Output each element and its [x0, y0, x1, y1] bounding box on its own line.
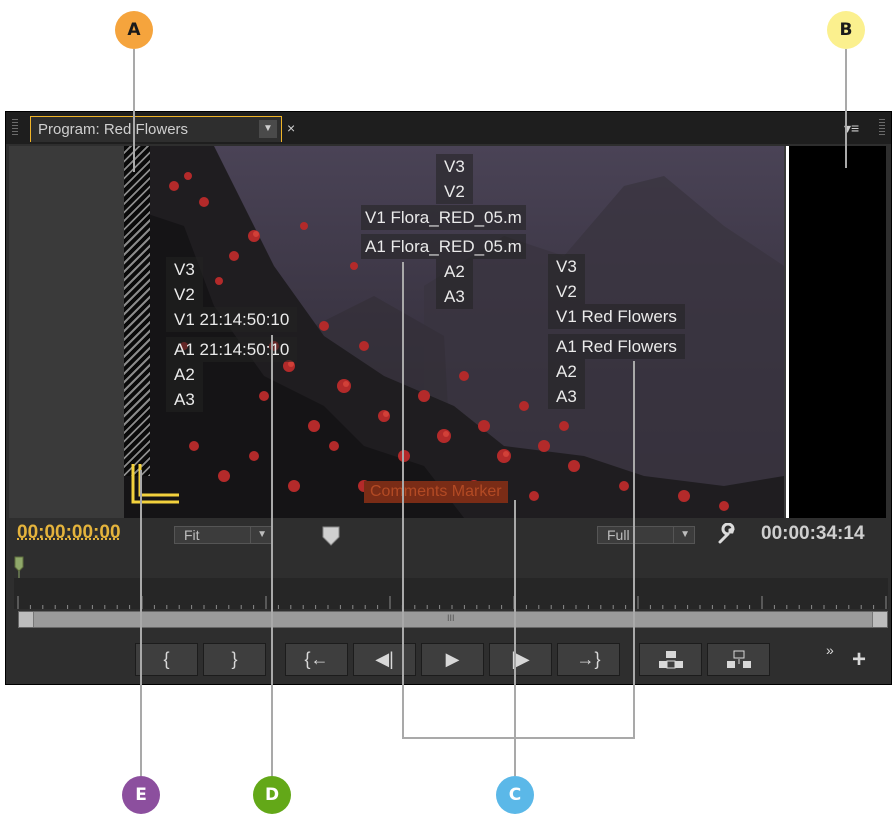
callout-leader-lines: [133, 49, 847, 776]
